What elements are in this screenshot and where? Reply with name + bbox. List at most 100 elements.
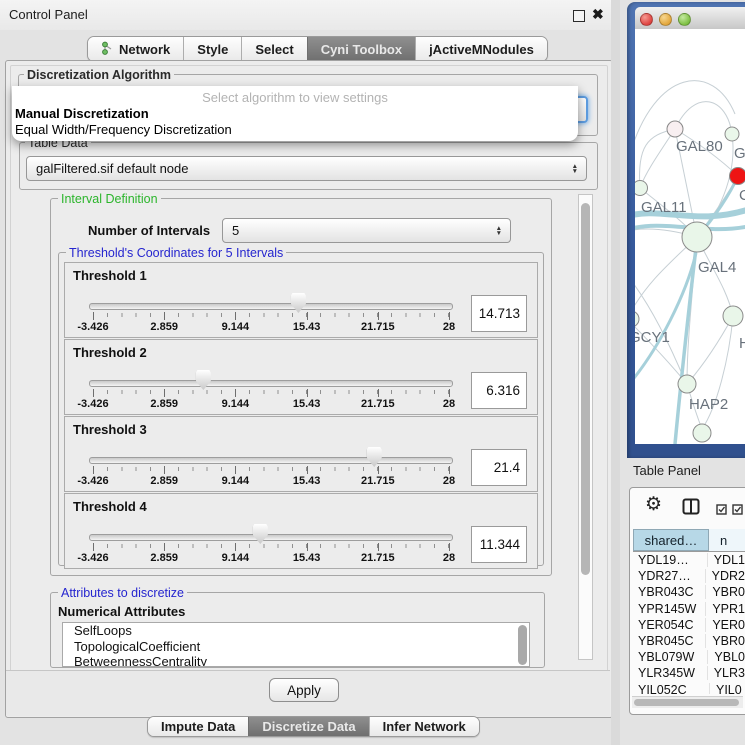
- tab-infer-network[interactable]: Infer Network: [369, 717, 479, 736]
- popup-item-manual-discretization[interactable]: Manual Discretization: [15, 106, 149, 121]
- attribute-list-item[interactable]: BetweennessCentrality: [63, 654, 529, 667]
- attributes-group-title: Attributes to discretize: [58, 586, 187, 600]
- threshold-4-slider-thumb[interactable]: [253, 524, 268, 544]
- major-tick: [378, 543, 379, 551]
- table-row[interactable]: YBL079WYBL0: [633, 649, 745, 665]
- apply-button-label: Apply: [287, 683, 321, 698]
- table-cell[interactable]: YER054C: [633, 618, 705, 632]
- table-cell[interactable]: YDR27…: [633, 569, 705, 583]
- column-header-shared[interactable]: shared…: [633, 529, 709, 551]
- tick-label: 2.859: [150, 321, 178, 333]
- node-red-selected[interactable]: [730, 168, 745, 185]
- table-row[interactable]: YER054CYER0: [633, 617, 745, 633]
- table-cell[interactable]: YPR1: [705, 602, 745, 616]
- table-cell[interactable]: YDL19…: [633, 553, 707, 567]
- attribute-list-item[interactable]: SelfLoops: [63, 623, 529, 639]
- threshold-1-slider-thumb[interactable]: [291, 293, 306, 313]
- tab-impute-data-label: Impute Data: [161, 719, 235, 734]
- column-header-name[interactable]: n: [709, 529, 745, 551]
- table-hscrollbar[interactable]: [632, 696, 743, 708]
- close-icon[interactable]: ✖: [592, 6, 604, 23]
- table-cell[interactable]: YBR043C: [633, 585, 705, 599]
- table-cell[interactable]: YBL079W: [633, 650, 707, 664]
- threshold-2-panel: Threshold 2 -3.4262.8599.14415.4321.7152…: [64, 339, 538, 415]
- mac-close-icon[interactable]: [640, 13, 653, 26]
- checkbox-checked-icon[interactable]: [716, 502, 727, 520]
- table-cell[interactable]: YBR045C: [633, 634, 705, 648]
- table-hscrollbar-thumb[interactable]: [634, 699, 739, 706]
- tick-label: 28: [443, 552, 455, 564]
- table-cell[interactable]: YBR0: [705, 585, 745, 599]
- threshold-2-value-field[interactable]: 6.316: [471, 372, 527, 409]
- table-header-row: shared… n: [633, 529, 745, 552]
- node-gal80[interactable]: [667, 121, 683, 137]
- mac-minimize-icon[interactable]: [659, 13, 672, 26]
- attribute-list-item[interactable]: TopologicalCoefficient: [63, 639, 529, 655]
- node-right[interactable]: [723, 306, 743, 326]
- node-hap2[interactable]: [678, 375, 696, 393]
- table-cell[interactable]: YDL1: [707, 553, 745, 567]
- tab-network[interactable]: Network: [88, 37, 183, 61]
- tab-cyni-toolbox[interactable]: Cyni Toolbox: [307, 37, 415, 61]
- table-row[interactable]: YPR145WYPR1: [633, 601, 745, 617]
- node-gcy1[interactable]: [635, 311, 639, 327]
- gear-icon[interactable]: ⚙: [645, 495, 662, 515]
- table-cell[interactable]: YPR145W: [633, 602, 705, 616]
- table-body[interactable]: YDL19…YDL1YDR27…YDR2YBR043CYBR0YPR145WYP…: [633, 552, 745, 694]
- tab-impute-data[interactable]: Impute Data: [148, 717, 248, 736]
- node-partial-top[interactable]: [725, 127, 739, 141]
- table-row[interactable]: YBR045CYBR0: [633, 633, 745, 649]
- table-cell[interactable]: YLR3: [707, 666, 745, 680]
- table-cell[interactable]: YIL0: [709, 683, 742, 694]
- discretization-algorithm-group-title: Discretization Algorithm: [24, 68, 174, 82]
- tab-style[interactable]: Style: [183, 37, 241, 61]
- network-window-titlebar[interactable]: [635, 7, 745, 30]
- control-panel-titlebar: Control Panel ✖: [0, 0, 620, 31]
- table-row[interactable]: YDR27…YDR2: [633, 568, 745, 584]
- threshold-3-panel: Threshold 3 -3.4262.8599.14415.4321.7152…: [64, 416, 538, 492]
- table-row[interactable]: YLR345WYLR3: [633, 665, 745, 681]
- table-cell[interactable]: YBL0: [707, 650, 745, 664]
- node-bottom-partial[interactable]: [693, 424, 711, 442]
- threshold-4-value-field[interactable]: 11.344: [471, 526, 527, 563]
- number-of-intervals-combobox[interactable]: 5 ▲▼: [222, 218, 511, 243]
- panel-scrollbar-thumb[interactable]: [581, 203, 590, 575]
- top-tab-strip: Network Style Select Cyni Toolbox jActiv…: [87, 36, 548, 62]
- table-row[interactable]: YBR043CYBR0: [633, 584, 745, 600]
- column-layout-icon[interactable]: [682, 498, 700, 520]
- table-data-combobox[interactable]: galFiltered.sif default node ▲▼: [26, 156, 587, 181]
- checkbox-checked-icon[interactable]: [732, 502, 743, 520]
- tab-network-label: Network: [119, 42, 170, 57]
- apply-button[interactable]: Apply: [269, 678, 339, 702]
- table-cell[interactable]: YBR0: [705, 634, 745, 648]
- table-cell[interactable]: YDR2: [705, 569, 745, 583]
- network-canvas[interactable]: GAL80 GA C GAL11 GAL4 GCY1 H HAP2: [635, 29, 745, 444]
- mac-zoom-icon[interactable]: [678, 13, 691, 26]
- threshold-1-value-field[interactable]: 14.713: [471, 295, 527, 332]
- table-cell[interactable]: YLR345W: [633, 666, 707, 680]
- tick-label: -3.426: [77, 475, 108, 487]
- tick-label: 2.859: [150, 552, 178, 564]
- tick-label: -3.426: [77, 321, 108, 333]
- numerical-attributes-list[interactable]: SelfLoopsTopologicalCoefficientBetweenne…: [62, 622, 530, 667]
- popup-item-equal-width-frequency[interactable]: Equal Width/Frequency Discretization: [15, 122, 232, 137]
- list-scrollbar-thumb[interactable]: [518, 625, 527, 665]
- threshold-3-slider-thumb[interactable]: [367, 447, 382, 467]
- table-cell[interactable]: YIL052C: [633, 683, 709, 694]
- node-gal11[interactable]: [635, 181, 648, 196]
- table-row[interactable]: YDL19…YDL1: [633, 552, 745, 568]
- tab-discretize-data[interactable]: Discretize Data: [248, 717, 368, 736]
- node-label: GA: [734, 145, 745, 162]
- threshold-3-value-field[interactable]: 21.4: [471, 449, 527, 486]
- network-graph: GAL80 GA C GAL11 GAL4 GCY1 H HAP2: [635, 29, 745, 444]
- tab-select[interactable]: Select: [241, 37, 306, 61]
- tab-jactivemnodules[interactable]: jActiveMNodules: [415, 37, 547, 61]
- tick-label: 28: [443, 475, 455, 487]
- panel-title: Control Panel: [9, 7, 88, 22]
- threshold-2-slider-thumb[interactable]: [196, 370, 211, 390]
- panel-scrollbar[interactable]: [578, 194, 593, 660]
- float-window-icon[interactable]: [573, 10, 585, 22]
- node-gal4[interactable]: [682, 222, 712, 252]
- table-cell[interactable]: YER0: [705, 618, 745, 632]
- table-row[interactable]: YIL052CYIL0: [633, 682, 745, 695]
